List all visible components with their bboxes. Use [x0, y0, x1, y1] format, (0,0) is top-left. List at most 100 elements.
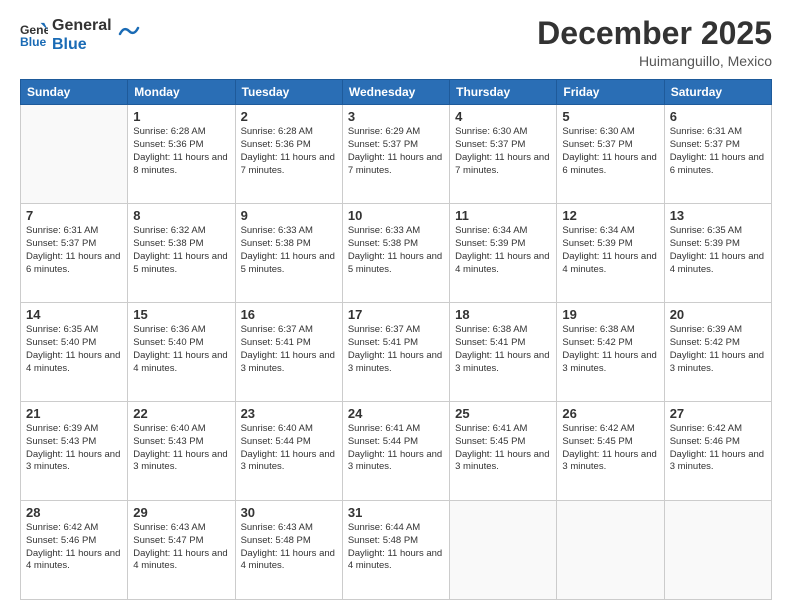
svg-text:Blue: Blue	[20, 35, 47, 49]
calendar-cell: 8 Sunrise: 6:32 AMSunset: 5:38 PMDaylight…	[128, 204, 235, 303]
cell-info: Sunrise: 6:40 AMSunset: 5:44 PMDaylight:…	[241, 423, 337, 474]
calendar-cell: 15 Sunrise: 6:36 AMSunset: 5:40 PMDayligh…	[128, 303, 235, 402]
logo-blue: Blue	[52, 35, 112, 54]
calendar-cell: 11Sunrise: 6:34 AMSunset: 5:39 PMDayligh…	[450, 204, 557, 303]
month-title: December 2025	[537, 16, 772, 51]
cell-info: Sunrise: 6:38 AMSunset: 5:41 PMDaylight:…	[455, 324, 551, 375]
calendar-cell: 5 Sunrise: 6:30 AMSunset: 5:37 PMDaylight…	[557, 105, 664, 204]
logo-icon: General Blue	[20, 21, 48, 49]
day-number: 9	[241, 208, 337, 223]
calendar-cell: 19 Sunrise: 6:38 AMSunset: 5:42 PMDayligh…	[557, 303, 664, 402]
cell-info: Sunrise: 6:39 AMSunset: 5:43 PMDaylight:…	[26, 423, 122, 474]
calendar-day-header: Thursday	[450, 80, 557, 105]
calendar-cell: 7Sunrise: 6:31 AMSunset: 5:37 PMDaylight…	[21, 204, 128, 303]
cell-info: Sunrise: 6:39 AMSunset: 5:42 PMDaylight:…	[670, 324, 766, 375]
calendar-cell: 29Sunrise: 6:43 AMSunset: 5:47 PMDayligh…	[128, 501, 235, 600]
calendar-header-row: SundayMondayTuesdayWednesdayThursdayFrid…	[21, 80, 772, 105]
calendar-cell: 30Sunrise: 6:43 AMSunset: 5:48 PMDayligh…	[235, 501, 342, 600]
calendar-cell: 12Sunrise: 6:34 AMSunset: 5:39 PMDayligh…	[557, 204, 664, 303]
cell-info: Sunrise: 6:35 AMSunset: 5:39 PMDaylight:…	[670, 225, 766, 276]
logo: General Blue General Blue	[20, 16, 140, 54]
cell-info: Sunrise: 6:41 AMSunset: 5:44 PMDaylight:…	[348, 423, 444, 474]
calendar-cell: 3Sunrise: 6:29 AMSunset: 5:37 PMDaylight…	[342, 105, 449, 204]
calendar-day-header: Wednesday	[342, 80, 449, 105]
day-number: 5	[562, 109, 658, 124]
calendar-cell: 24 Sunrise: 6:41 AMSunset: 5:44 PMDayligh…	[342, 402, 449, 501]
cell-info: Sunrise: 6:33 AMSunset: 5:38 PMDaylight:…	[241, 225, 337, 276]
page: General Blue General Blue December 2025 …	[0, 0, 792, 612]
calendar-cell	[557, 501, 664, 600]
header: General Blue General Blue December 2025 …	[20, 16, 772, 69]
day-number: 25	[455, 406, 551, 421]
cell-info: Sunrise: 6:42 AMSunset: 5:45 PMDaylight:…	[562, 423, 658, 474]
calendar-cell: 2 Sunrise: 6:28 AMSunset: 5:36 PMDaylight…	[235, 105, 342, 204]
day-number: 14	[26, 307, 122, 322]
calendar-week-row: 28 Sunrise: 6:42 AMSunset: 5:46 PMDayligh…	[21, 501, 772, 600]
day-number: 4	[455, 109, 551, 124]
calendar-cell: 25 Sunrise: 6:41 AMSunset: 5:45 PMDayligh…	[450, 402, 557, 501]
cell-info: Sunrise: 6:28 AMSunset: 5:36 PMDaylight:…	[241, 126, 337, 177]
calendar-cell: 1 Sunrise: 6:28 AMSunset: 5:36 PMDaylight…	[128, 105, 235, 204]
day-number: 24	[348, 406, 444, 421]
cell-info: Sunrise: 6:29 AMSunset: 5:37 PMDaylight:…	[348, 126, 444, 177]
calendar-cell	[450, 501, 557, 600]
calendar-cell: 26 Sunrise: 6:42 AMSunset: 5:45 PMDayligh…	[557, 402, 664, 501]
cell-info: Sunrise: 6:42 AMSunset: 5:46 PMDaylight:…	[670, 423, 766, 474]
day-number: 16	[241, 307, 337, 322]
calendar-cell: 4 Sunrise: 6:30 AMSunset: 5:37 PMDaylight…	[450, 105, 557, 204]
cell-info: Sunrise: 6:28 AMSunset: 5:36 PMDaylight:…	[133, 126, 229, 177]
calendar-cell: 20 Sunrise: 6:39 AMSunset: 5:42 PMDayligh…	[664, 303, 771, 402]
calendar-cell: 31Sunrise: 6:44 AMSunset: 5:48 PMDayligh…	[342, 501, 449, 600]
cell-info: Sunrise: 6:42 AMSunset: 5:46 PMDaylight:…	[26, 522, 122, 573]
calendar-cell: 23 Sunrise: 6:40 AMSunset: 5:44 PMDayligh…	[235, 402, 342, 501]
cell-info: Sunrise: 6:32 AMSunset: 5:38 PMDaylight:…	[133, 225, 229, 276]
day-number: 19	[562, 307, 658, 322]
calendar-cell: 13 Sunrise: 6:35 AMSunset: 5:39 PMDayligh…	[664, 204, 771, 303]
calendar-cell: 27 Sunrise: 6:42 AMSunset: 5:46 PMDayligh…	[664, 402, 771, 501]
day-number: 23	[241, 406, 337, 421]
logo-wave-icon	[118, 20, 140, 42]
cell-info: Sunrise: 6:36 AMSunset: 5:40 PMDaylight:…	[133, 324, 229, 375]
day-number: 6	[670, 109, 766, 124]
cell-info: Sunrise: 6:34 AMSunset: 5:39 PMDaylight:…	[455, 225, 551, 276]
day-number: 1	[133, 109, 229, 124]
day-number: 7	[26, 208, 122, 223]
title-block: December 2025 Huimanguillo, Mexico	[537, 16, 772, 69]
day-number: 13	[670, 208, 766, 223]
calendar-day-header: Saturday	[664, 80, 771, 105]
day-number: 27	[670, 406, 766, 421]
cell-info: Sunrise: 6:40 AMSunset: 5:43 PMDaylight:…	[133, 423, 229, 474]
day-number: 12	[562, 208, 658, 223]
cell-info: Sunrise: 6:33 AMSunset: 5:38 PMDaylight:…	[348, 225, 444, 276]
day-number: 2	[241, 109, 337, 124]
calendar-table: SundayMondayTuesdayWednesdayThursdayFrid…	[20, 79, 772, 600]
calendar-cell: 16 Sunrise: 6:37 AMSunset: 5:41 PMDayligh…	[235, 303, 342, 402]
calendar-cell: 28 Sunrise: 6:42 AMSunset: 5:46 PMDayligh…	[21, 501, 128, 600]
day-number: 26	[562, 406, 658, 421]
day-number: 30	[241, 505, 337, 520]
calendar-cell: 21 Sunrise: 6:39 AMSunset: 5:43 PMDayligh…	[21, 402, 128, 501]
day-number: 15	[133, 307, 229, 322]
cell-info: Sunrise: 6:30 AMSunset: 5:37 PMDaylight:…	[562, 126, 658, 177]
cell-info: Sunrise: 6:38 AMSunset: 5:42 PMDaylight:…	[562, 324, 658, 375]
day-number: 20	[670, 307, 766, 322]
day-number: 18	[455, 307, 551, 322]
cell-info: Sunrise: 6:30 AMSunset: 5:37 PMDaylight:…	[455, 126, 551, 177]
calendar-week-row: 1 Sunrise: 6:28 AMSunset: 5:36 PMDaylight…	[21, 105, 772, 204]
day-number: 8	[133, 208, 229, 223]
calendar-cell: 10Sunrise: 6:33 AMSunset: 5:38 PMDayligh…	[342, 204, 449, 303]
logo-general: General	[52, 16, 112, 35]
cell-info: Sunrise: 6:35 AMSunset: 5:40 PMDaylight:…	[26, 324, 122, 375]
calendar-cell	[664, 501, 771, 600]
calendar-day-header: Monday	[128, 80, 235, 105]
cell-info: Sunrise: 6:41 AMSunset: 5:45 PMDaylight:…	[455, 423, 551, 474]
location: Huimanguillo, Mexico	[537, 53, 772, 69]
day-number: 17	[348, 307, 444, 322]
calendar-week-row: 14 Sunrise: 6:35 AMSunset: 5:40 PMDayligh…	[21, 303, 772, 402]
day-number: 28	[26, 505, 122, 520]
cell-info: Sunrise: 6:43 AMSunset: 5:47 PMDaylight:…	[133, 522, 229, 573]
cell-info: Sunrise: 6:44 AMSunset: 5:48 PMDaylight:…	[348, 522, 444, 573]
calendar-day-header: Sunday	[21, 80, 128, 105]
day-number: 21	[26, 406, 122, 421]
cell-info: Sunrise: 6:37 AMSunset: 5:41 PMDaylight:…	[241, 324, 337, 375]
